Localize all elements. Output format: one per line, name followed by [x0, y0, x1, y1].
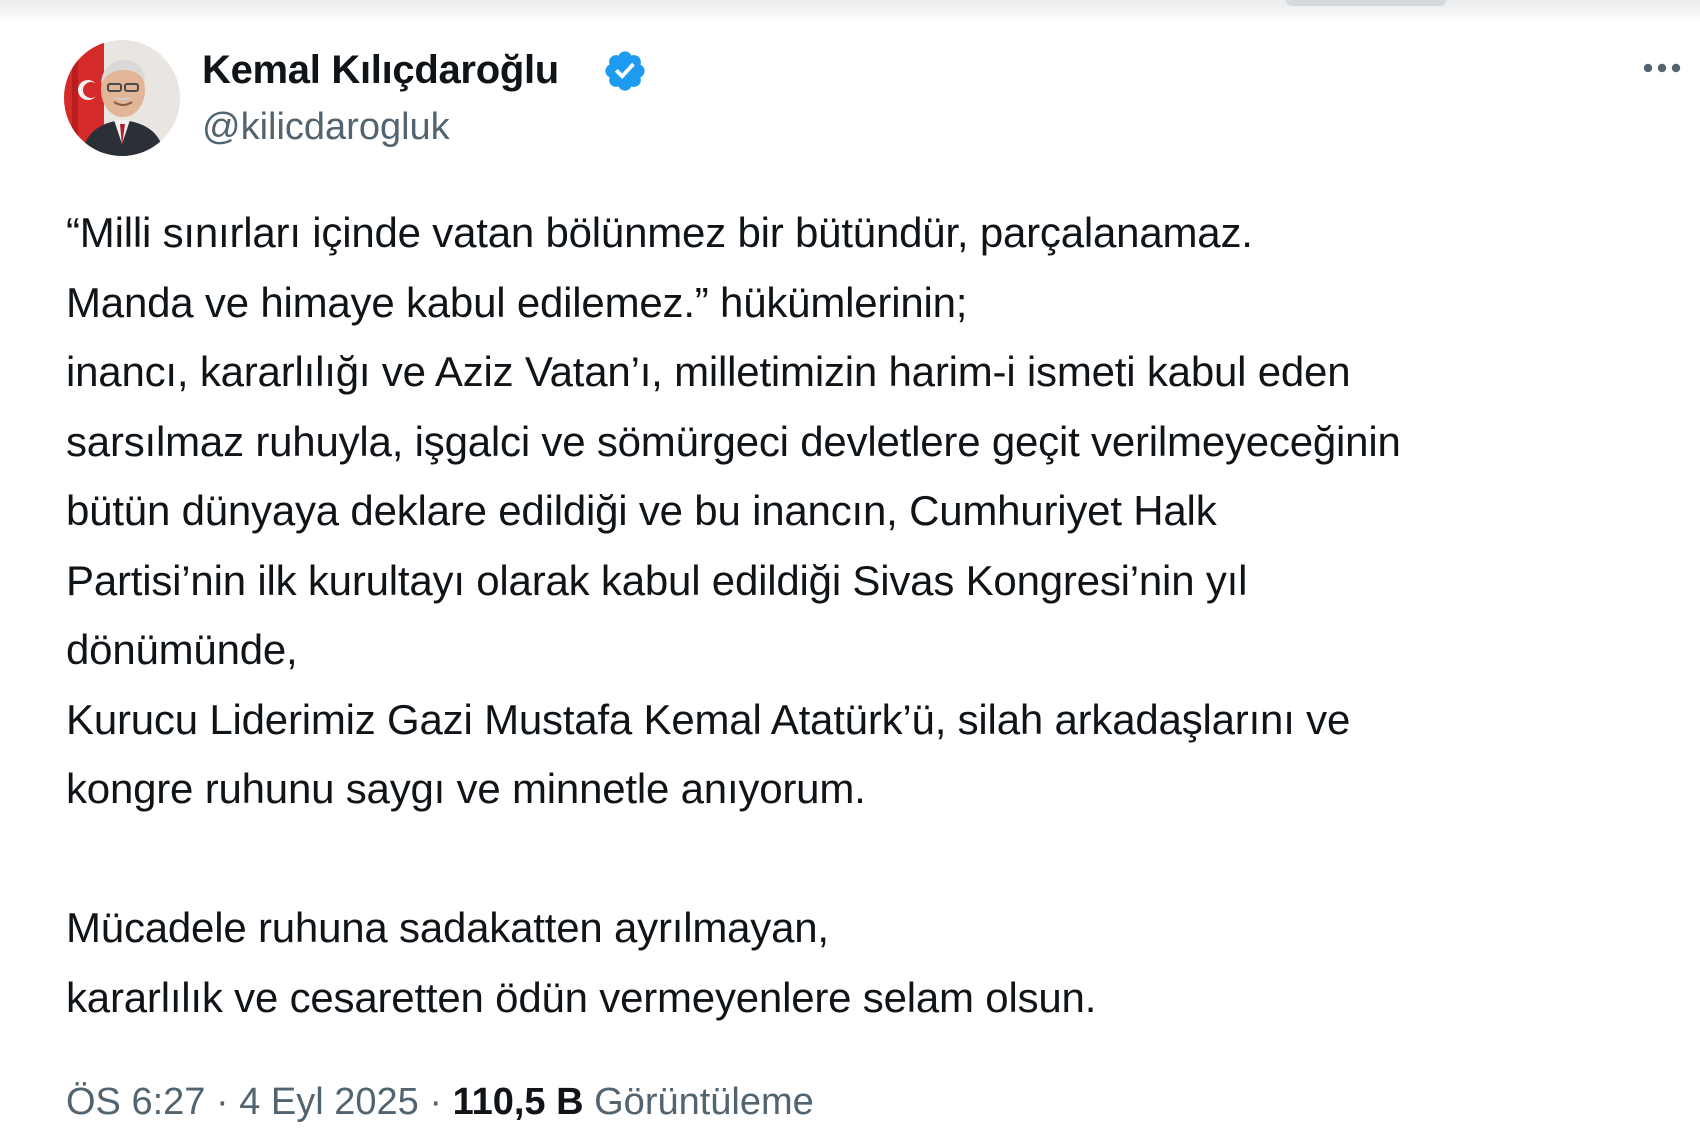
tweet-meta: ÖS 6:27 · 4 Eyl 2025 · 110,5 B Görüntüle… — [66, 1075, 814, 1129]
tweet-time[interactable]: ÖS 6:27 — [66, 1081, 205, 1123]
tweet-line: “Milli sınırları içinde vatan bölünmez b… — [66, 209, 1253, 256]
tweet-date[interactable]: 4 Eyl 2025 — [239, 1081, 419, 1123]
meta-separator: · — [205, 1081, 240, 1123]
tweet-line: kararlılık ve cesaretten ödün vermeyenle… — [66, 973, 1097, 1021]
author-display-name[interactable]: Kemal Kılıçdaroğlu — [202, 42, 559, 98]
avatar[interactable] — [64, 40, 180, 156]
tweet-line: Manda ve himaye kabul edilemez.” hükümle… — [66, 278, 968, 326]
avatar-photo — [64, 40, 180, 156]
tweet-line: Partisi’nin ilk kurultayı olarak kabul e… — [66, 556, 1248, 604]
window-top-tab — [1286, 0, 1446, 6]
tweet-line: inancı, kararlılığı ve Aziz Vatan’ı, mil… — [66, 348, 1351, 395]
tweet-line: sarsılmaz ruhuyla, işgalci ve sömürgeci … — [66, 417, 1401, 465]
meta-separator: · — [418, 1081, 453, 1123]
views-count[interactable]: 110,5 B — [453, 1081, 584, 1123]
views-label[interactable]: Görüntüleme — [594, 1081, 814, 1123]
tweet-line: kongre ruhunu saygı ve minnetle anıyorum… — [66, 765, 866, 812]
verified-badge-icon[interactable] — [602, 48, 648, 94]
tweet-line: bütün dünyaya deklare edildiği ve bu ina… — [66, 487, 1217, 534]
tweet-line: Kurucu Liderimiz Gazi Mustafa Kemal Atat… — [66, 695, 1351, 743]
author-handle[interactable]: @kilicdarogluk — [202, 100, 450, 154]
tweet-line: Mücadele ruhuna sadakatten ayrılmayan, — [66, 904, 829, 951]
more-horizontal-icon[interactable] — [1636, 48, 1688, 88]
tweet-text: “Milli sınırları içinde vatan bölünmez b… — [66, 198, 1686, 1032]
tweet-line: dönümünde, — [66, 626, 298, 673]
